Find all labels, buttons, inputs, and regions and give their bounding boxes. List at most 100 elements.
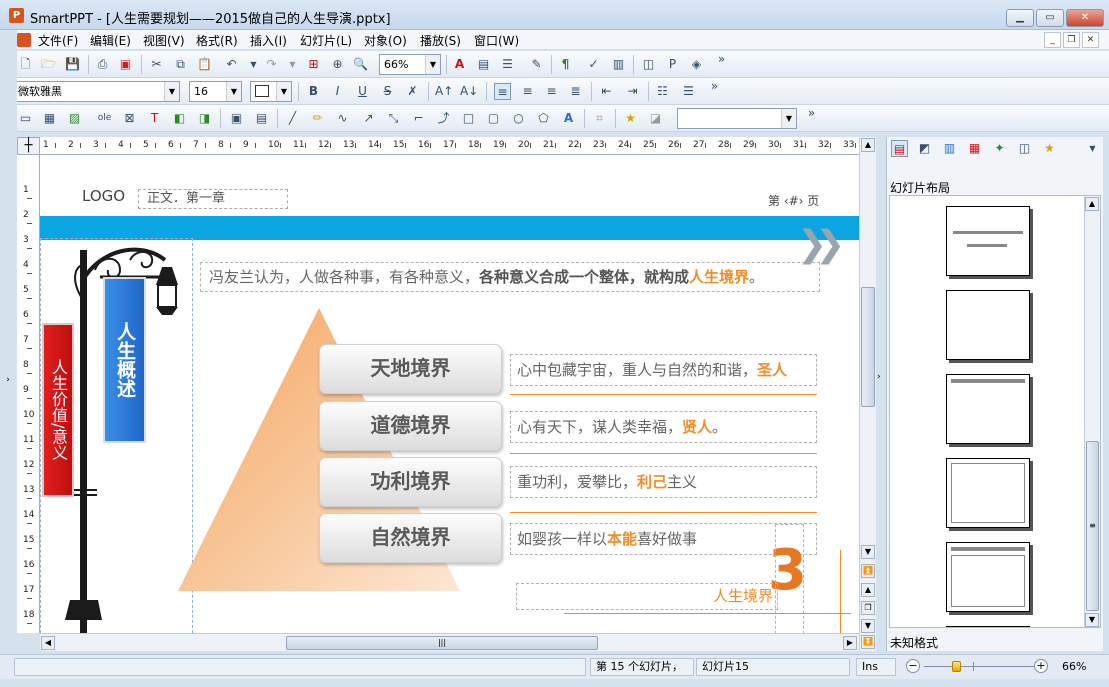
slide-number-icon[interactable]: ⊞ [305,56,322,73]
animation-icon[interactable]: ✦ [991,140,1008,157]
panel-menu-icon[interactable]: ▼ [1084,140,1101,157]
frame-icon[interactable]: ⊠ [121,110,138,127]
color-scheme-icon[interactable]: ▥ [941,140,958,157]
paragraph-mark-icon[interactable]: ¶ [557,56,574,73]
italic-icon[interactable]: I [329,83,346,100]
font-grow-icon[interactable]: A↑ [435,83,453,100]
font-name-select[interactable]: 微软雅黑 ▼ [13,81,180,102]
cut-icon[interactable]: ✂ [148,56,165,73]
align-left-icon[interactable]: ≡ [494,83,511,100]
menu-format[interactable]: 格式(R) [196,32,238,49]
menu-edit[interactable]: 编辑(E) [90,32,131,49]
bold-icon[interactable]: B [305,83,322,100]
border-style-select[interactable]: ▼ [250,81,292,102]
bullet-list-icon[interactable]: ☷ [654,83,671,100]
chart-icon[interactable]: ▥ [610,56,627,73]
last-slide-icon[interactable]: ⏬ [861,635,875,649]
undo-icon[interactable]: ↶ [223,56,240,73]
ellipse-icon[interactable]: ○ [510,110,527,127]
line-icon[interactable]: ╱ [284,110,301,127]
rectangle-icon[interactable]: □ [460,110,477,127]
polygon-icon[interactable]: ⬠ [535,110,552,127]
copy-icon[interactable]: ⧉ [172,56,189,73]
toolbar-overflow-icon[interactable]: » [803,105,820,122]
font-size-select[interactable]: 16 ▼ [189,81,242,102]
mdi-close-button[interactable]: ✕ [1082,32,1099,48]
tier-description-1[interactable]: 心中包藏宇宙，重人与自然的和谐，圣人 [510,354,817,386]
menu-slide[interactable]: 幻灯片(L) [300,32,352,49]
banner-red[interactable]: 人生价值/意义 [42,323,74,497]
connector-icon[interactable]: ⤡ [385,110,402,127]
menu-file[interactable]: 文件(F) [38,32,78,49]
pencil-icon[interactable]: ✏ [309,110,326,127]
scroll-up-icon[interactable]: ▲ [861,138,875,152]
image-icon[interactable]: ▨ [66,110,83,127]
template-icon[interactable]: ◫ [640,56,657,73]
scroll-right-icon[interactable]: ▶ [843,636,857,650]
strikethrough-icon[interactable]: S [379,83,396,100]
curved-connector-icon[interactable]: ⤴ [435,110,452,127]
horizontal-scrollbar[interactable]: ◀ ||| ▶ [40,633,859,651]
scroll-thumb[interactable]: ||| [286,636,598,650]
tier-label-2[interactable]: 道德境界 [319,401,502,451]
star-icon[interactable]: ★ [1041,140,1058,157]
slide-header-placeholder[interactable]: 正文．第一章 [138,189,288,209]
layout-title-only[interactable] [946,374,1030,444]
scroll-thumb[interactable]: ≡ [1086,441,1099,611]
menu-insert[interactable]: 插入(I) [250,32,287,49]
layout-content[interactable] [946,458,1030,528]
text-art-icon[interactable]: T [146,110,163,127]
zoom-area-icon[interactable]: ⊕ [329,56,346,73]
tier-label-3[interactable]: 功利境界 [319,457,502,507]
scroll-down-icon[interactable]: ▼ [861,545,875,559]
clear-format-icon[interactable]: ✗ [404,83,421,100]
elbow-connector-icon[interactable]: ⌐ [410,110,427,127]
justify-icon[interactable]: ≣ [567,83,584,100]
format-painter-icon[interactable]: ✎ [528,56,545,73]
first-slide-icon[interactable]: ⏫ [861,564,875,578]
scroll-thumb[interactable] [861,287,875,407]
zoom-select[interactable]: 66% ▼ [379,54,441,75]
decrease-indent-icon[interactable]: ⇤ [598,83,615,100]
background-icon[interactable]: ▦ [966,140,983,157]
print-icon[interactable]: ⎙ [94,56,111,73]
zoom-in-icon[interactable]: + [1034,659,1048,673]
mdi-restore-button[interactable]: ❐ [1063,32,1080,48]
design-template-icon[interactable]: ◩ [916,140,933,157]
minimize-button[interactable]: ▁ [1006,9,1034,27]
paste-icon[interactable]: 📋 [196,56,213,73]
ruler-origin[interactable]: ┼ [17,137,40,155]
tier-description-2[interactable]: 心有天下，谋人类幸福，贤人。 [510,411,817,443]
effect-icon[interactable]: ◪ [647,110,664,127]
layout-title-content[interactable] [946,542,1030,612]
chevron-down-icon[interactable]: ▼ [781,109,796,128]
scroll-left-icon[interactable]: ◀ [41,636,55,650]
chevron-down-icon[interactable]: ▼ [276,82,291,101]
numbered-list-icon[interactable]: ☰ [680,83,697,100]
scroll-up-icon[interactable]: ▲ [1085,197,1099,211]
mdi-minimize-button[interactable]: _ [1044,32,1061,48]
document-icon[interactable] [17,33,31,47]
toolbar-overflow-icon[interactable]: » [706,78,723,95]
style-select[interactable]: ▼ [677,108,797,129]
layout-two-content[interactable] [946,626,1030,627]
text-frame-icon[interactable]: ▤ [475,56,492,73]
next-slide-icon[interactable]: ▼ [861,619,875,633]
toolbar-overflow-icon[interactable]: » [713,51,730,68]
menu-view[interactable]: 视图(V) [143,32,185,49]
vertical-scrollbar[interactable]: ▲ ▼ ⏫ ▲ ❐ ▼ ⏬ [859,137,876,651]
redo-dropdown-icon[interactable]: ▼ [284,56,301,73]
curve-icon[interactable]: ∿ [334,110,351,127]
font-color-icon[interactable]: A [451,56,468,73]
align-center-icon[interactable]: ≡ [519,83,536,100]
picture-frame-icon[interactable]: ◨ [196,110,213,127]
layers-icon[interactable]: ◈ [688,56,705,73]
page-setup-icon[interactable]: P [664,56,681,73]
ole-object-icon[interactable]: ole [96,110,113,127]
layout-title-slide[interactable] [946,206,1030,276]
slide-layout-icon[interactable]: ▤ [891,140,908,157]
list-icon[interactable]: ☰ [499,56,516,73]
chevron-down-icon[interactable]: ▼ [226,82,241,101]
menu-object[interactable]: 对象(O) [364,32,407,49]
arrow-icon[interactable]: ↗ [360,110,377,127]
